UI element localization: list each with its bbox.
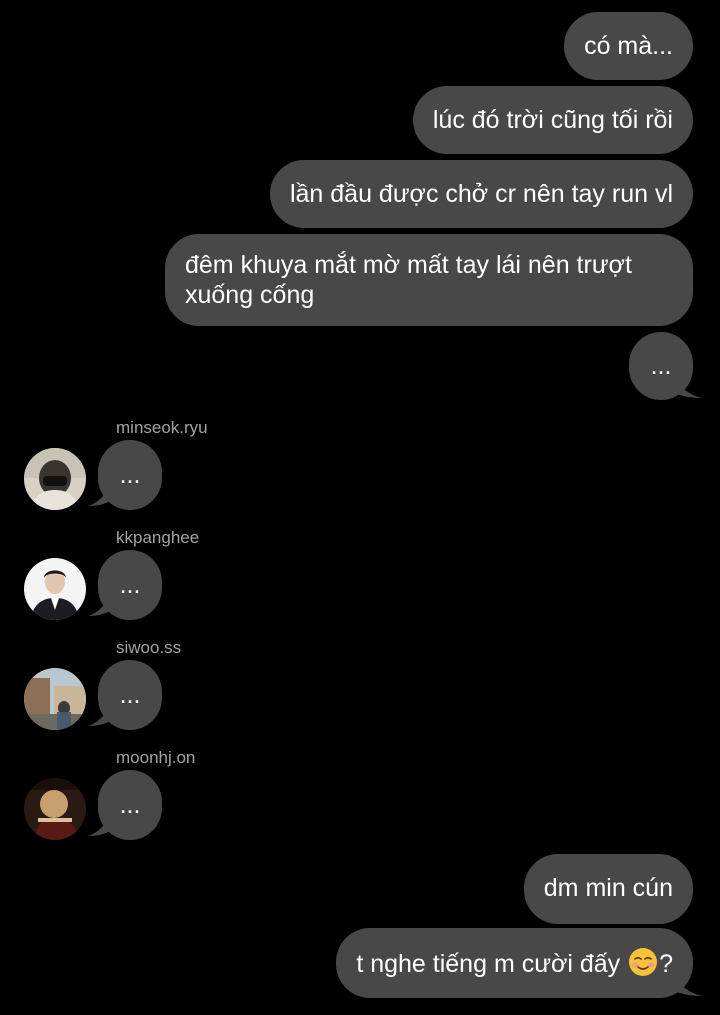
avatar-photo-icon <box>24 778 86 840</box>
avatar-photo-icon <box>24 558 86 620</box>
message-text: có mà... <box>584 32 673 60</box>
sender-username[interactable]: kkpanghee <box>116 528 199 548</box>
message-text-after-emoji: ? <box>659 950 673 978</box>
message-text: ... <box>650 352 672 380</box>
message-text: lần đầu được chở cr nên tay run vl <box>289 180 673 208</box>
bubble-tail-icon <box>88 700 112 726</box>
sent-message-bubble[interactable]: t nghe tiếng m cười đấy ? <box>336 928 693 998</box>
avatar-photo-icon <box>24 448 86 510</box>
smiling-face-icon <box>629 948 658 976</box>
bubble-tail-icon <box>672 372 702 398</box>
avatar[interactable] <box>24 448 86 510</box>
avatar[interactable] <box>24 558 86 620</box>
message-text: ... <box>119 681 141 709</box>
avatar[interactable] <box>24 778 86 840</box>
sender-username[interactable]: siwoo.ss <box>116 638 181 658</box>
message-text-line-1: đêm khuya mắt mờ mất tay lái nên trượt <box>185 251 632 279</box>
sent-message-bubble[interactable]: lúc đó trời cũng tối rồi <box>412 86 693 154</box>
message-text: ... <box>119 571 141 599</box>
sent-message-bubble[interactable]: đêm khuya mắt mờ mất tay lái nên trượt x… <box>165 234 693 326</box>
message-text-line-2: xuống cống <box>185 281 315 309</box>
message-text: dm min cún <box>543 874 673 902</box>
message-text: ... <box>119 791 141 819</box>
sender-username[interactable]: minseok.ryu <box>116 418 208 438</box>
bubble-tail-icon <box>88 810 112 836</box>
message-text-before-emoji: t nghe tiếng m cười đấy <box>356 950 628 978</box>
bubble-tail-icon <box>672 970 702 996</box>
sent-message-bubble[interactable]: dm min cún <box>523 854 693 924</box>
sender-username[interactable]: moonhj.on <box>116 748 195 768</box>
message-text: ... <box>119 461 141 489</box>
sent-message-bubble[interactable]: lần đầu được chở cr nên tay run vl <box>269 160 693 228</box>
bubble-tail-icon <box>88 590 112 616</box>
sent-message-bubble[interactable]: có mà... <box>564 12 693 80</box>
avatar-photo-icon <box>24 668 86 730</box>
message-text: lúc đó trời cũng tối rồi <box>432 106 673 134</box>
avatar[interactable] <box>24 668 86 730</box>
bubble-tail-icon <box>88 480 112 506</box>
